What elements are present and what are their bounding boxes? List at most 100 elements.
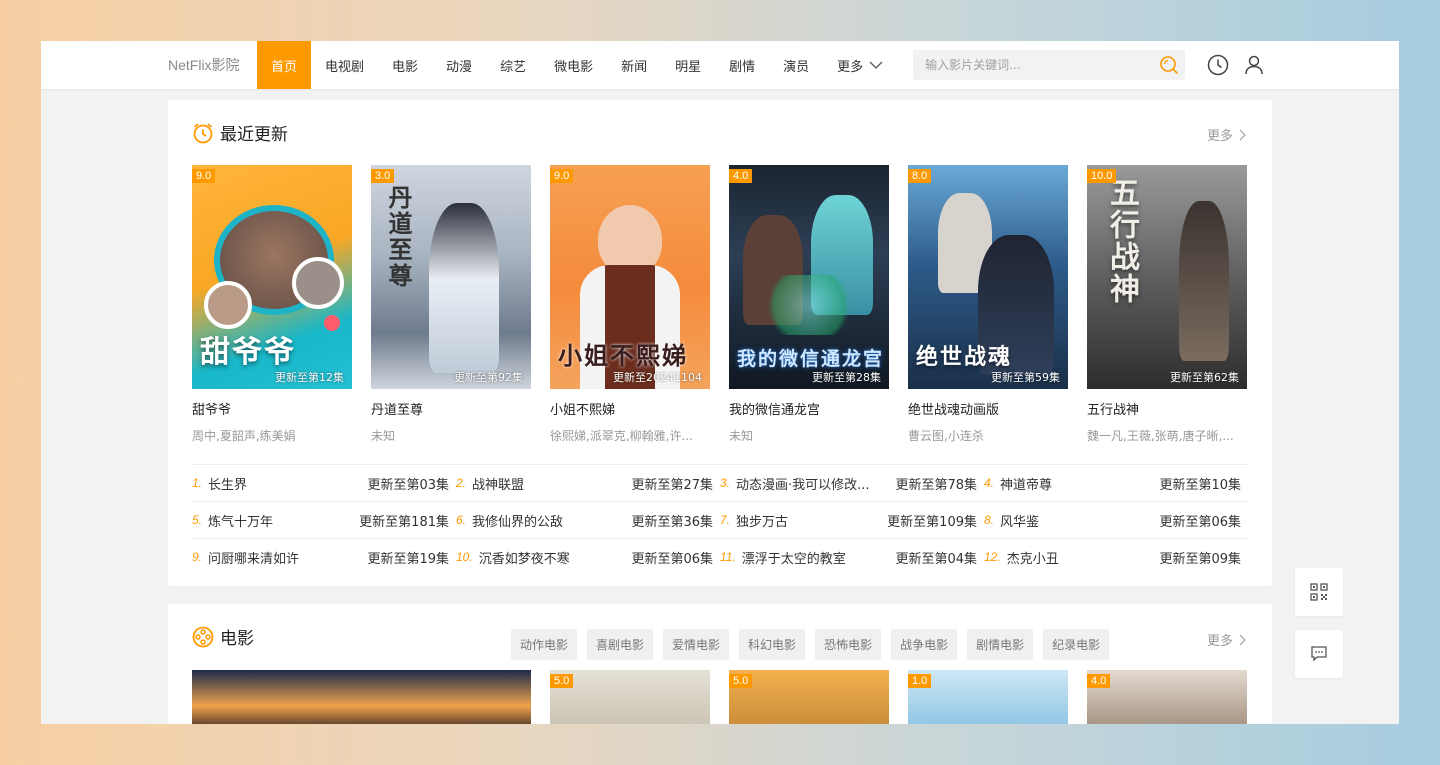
ranking-item[interactable]: 7. 独步万古 更新至第109集 [720, 502, 984, 538]
movie-poster[interactable] [192, 670, 531, 724]
score-badge: 5.0 [729, 674, 753, 688]
genre-tag[interactable]: 剧情电影 [967, 629, 1034, 660]
rank-update: 更新至第19集 [367, 551, 449, 567]
rank-title[interactable]: 杰克小丑 [1007, 548, 1154, 567]
rank-title[interactable]: 风华鉴 [1000, 511, 1153, 530]
nav-tv[interactable]: 电视剧 [311, 41, 378, 89]
rank-title[interactable]: 我修仙界的公敌 [472, 511, 625, 530]
rank-title[interactable]: 问厨哪来清如许 [208, 548, 361, 567]
nav-plot[interactable]: 剧情 [715, 41, 769, 89]
ranking-item[interactable]: 9. 问厨哪来清如许 更新至第19集 [192, 539, 456, 575]
search-input[interactable] [925, 58, 1146, 72]
score-badge: 1.0 [908, 674, 932, 688]
history-button[interactable] [1207, 54, 1229, 76]
video-title[interactable]: 绝世战魂动画版 [908, 399, 1068, 418]
ranking-item[interactable]: 3. 动态漫画·我可以修改... 更新至第78集 [720, 465, 984, 501]
ranking-item[interactable]: 11. 漂浮于太空的教室 更新至第04集 [720, 539, 984, 575]
ranking-item[interactable]: 4. 神道帝尊 更新至第10集 [984, 465, 1248, 501]
genre-tag[interactable]: 爱情电影 [663, 629, 730, 660]
update-status: 更新至第62集 [1170, 371, 1239, 384]
ranking-item[interactable]: 8. 风华鉴 更新至第06集 [984, 502, 1248, 538]
nav-more[interactable]: 更多 [823, 41, 897, 89]
genre-tag[interactable]: 科幻电影 [739, 629, 806, 660]
poster-image[interactable]: 甜爷爷 9.0 更新至第12集 [192, 165, 352, 389]
movie-poster[interactable]: 1.0 [908, 670, 1068, 724]
movie-poster[interactable]: 4.0 [1087, 670, 1247, 724]
poster-image[interactable]: 绝世战魂 8.0 更新至第59集 [908, 165, 1068, 389]
nav-movie[interactable]: 电影 [378, 41, 432, 89]
video-title[interactable]: 五行战神 [1087, 399, 1247, 418]
rank-number: 7. [720, 513, 731, 527]
rank-update: 更新至第06集 [631, 551, 713, 567]
ranking-item[interactable]: 2. 战神联盟 更新至第27集 [456, 465, 720, 501]
nav-home[interactable]: 首页 [257, 41, 312, 89]
poster-art-title: 我的微信通龙宫 [737, 348, 885, 370]
video-title[interactable]: 我的微信通龙宫 [729, 399, 889, 418]
poster-art-title: 五行战神 [1104, 177, 1139, 305]
ranking-row: 1. 长生界 更新至第03集 2. 战神联盟 更新至第27集 3. 动态漫画·我可以修改.… [192, 464, 1248, 501]
ranking-item[interactable]: 5. 炼气十万年 更新至第181集 [192, 502, 456, 538]
update-status: 更新至第92集 [454, 371, 523, 384]
nav-stars[interactable]: 明星 [661, 41, 715, 89]
rank-number: 1. [192, 476, 203, 490]
nav-micro-film[interactable]: 微电影 [540, 41, 607, 89]
recent-more-link[interactable]: 更多 [1207, 125, 1246, 144]
video-title[interactable]: 小姐不熙娣 [550, 399, 710, 418]
search-icon[interactable] [1159, 55, 1179, 75]
rank-title[interactable]: 长生界 [208, 474, 361, 493]
update-status: 更新至20241104 [613, 371, 702, 384]
score-badge: 8.0 [908, 169, 932, 183]
qr-code-icon [1310, 583, 1328, 601]
video-card[interactable]: 丹道至尊 3.0 更新至第92集 丹道至尊 未知 [371, 165, 531, 444]
video-card[interactable]: 甜爷爷 9.0 更新至第12集 甜爷爷 周中,夏韶声,练美娟 [192, 165, 352, 444]
ranking-item[interactable]: 12. 杰克小丑 更新至第09集 [984, 539, 1248, 575]
rank-title[interactable]: 独步万古 [736, 511, 881, 530]
movie-header: 电影 [192, 624, 254, 649]
video-card[interactable]: 小姐不熙娣 9.0 更新至20241104 小姐不熙娣 徐熙娣,派翠克,柳翰雅,… [550, 165, 710, 444]
nav-variety[interactable]: 综艺 [486, 41, 540, 89]
user-button[interactable] [1243, 54, 1265, 76]
rank-number: 9. [192, 550, 203, 564]
score-badge: 9.0 [192, 169, 216, 183]
ranking-item[interactable]: 10. 沉香如梦夜不寒 更新至第06集 [456, 539, 720, 575]
user-icon [1245, 55, 1263, 75]
video-card[interactable]: 绝世战魂 8.0 更新至第59集 绝世战魂动画版 曹云图,小连杀 [908, 165, 1068, 444]
search-box [913, 50, 1186, 80]
ranking-item[interactable]: 6. 我修仙界的公敌 更新至第36集 [456, 502, 720, 538]
genre-tag[interactable]: 恐怖电影 [815, 629, 882, 660]
poster-image[interactable]: 丹道至尊 3.0 更新至第92集 [371, 165, 531, 389]
nav-actors[interactable]: 演员 [769, 41, 823, 89]
movie-panel: 电影 动作电影 喜剧电影 爱情电影 科幻电影 恐怖电影 战争电影 剧情电影 纪录… [168, 604, 1272, 724]
nav-anime[interactable]: 动漫 [432, 41, 486, 89]
movie-poster[interactable]: 5.0 [729, 670, 889, 724]
more-label: 更多 [1206, 129, 1233, 144]
rank-title[interactable]: 战神联盟 [472, 474, 625, 493]
video-card[interactable]: 五行战神 10.0 更新至第62集 五行战神 魏一凡,王薇,张萌,唐子晰,... [1087, 165, 1247, 444]
rank-title[interactable]: 漂浮于太空的教室 [742, 548, 890, 567]
rank-title[interactable]: 神道帝尊 [1000, 474, 1153, 493]
update-status: 更新至第12集 [275, 371, 344, 384]
poster-image[interactable]: 五行战神 10.0 更新至第62集 [1087, 165, 1247, 389]
poster-image[interactable]: 小姐不熙娣 9.0 更新至20241104 [550, 165, 710, 389]
genre-tag[interactable]: 动作电影 [511, 629, 578, 660]
genre-tag[interactable]: 战争电影 [891, 629, 958, 660]
recent-card-list: 甜爷爷 9.0 更新至第12集 甜爷爷 周中,夏韶声,练美娟 丹道至尊 3.0 … [192, 165, 1247, 444]
poster-image[interactable]: 我的微信通龙宫 4.0 更新至第28集 [729, 165, 889, 389]
video-title[interactable]: 甜爷爷 [192, 399, 352, 418]
video-card[interactable]: 我的微信通龙宫 4.0 更新至第28集 我的微信通龙宫 未知 [729, 165, 889, 444]
video-title[interactable]: 丹道至尊 [371, 399, 531, 418]
qr-code-button[interactable] [1295, 568, 1343, 616]
rank-title[interactable]: 沉香如梦夜不寒 [479, 548, 626, 567]
rank-title[interactable]: 炼气十万年 [208, 511, 353, 530]
ranking-item[interactable]: 1. 长生界 更新至第03集 [192, 465, 456, 501]
main-nav: 首页 电视剧 电影 动漫 综艺 微电影 新闻 明星 剧情 演员 更多 [257, 41, 897, 89]
movie-more-link[interactable]: 更多 [1207, 630, 1246, 649]
score-badge: 4.0 [729, 169, 753, 183]
nav-news[interactable]: 新闻 [607, 41, 661, 89]
site-logo[interactable]: NetFlix影院 [168, 55, 257, 75]
rank-title[interactable]: 动态漫画·我可以修改... [736, 474, 889, 493]
feedback-button[interactable] [1295, 630, 1343, 678]
movie-poster[interactable]: 5.0 [550, 670, 710, 724]
genre-tag[interactable]: 纪录电影 [1043, 629, 1110, 660]
genre-tag[interactable]: 喜剧电影 [587, 629, 654, 660]
